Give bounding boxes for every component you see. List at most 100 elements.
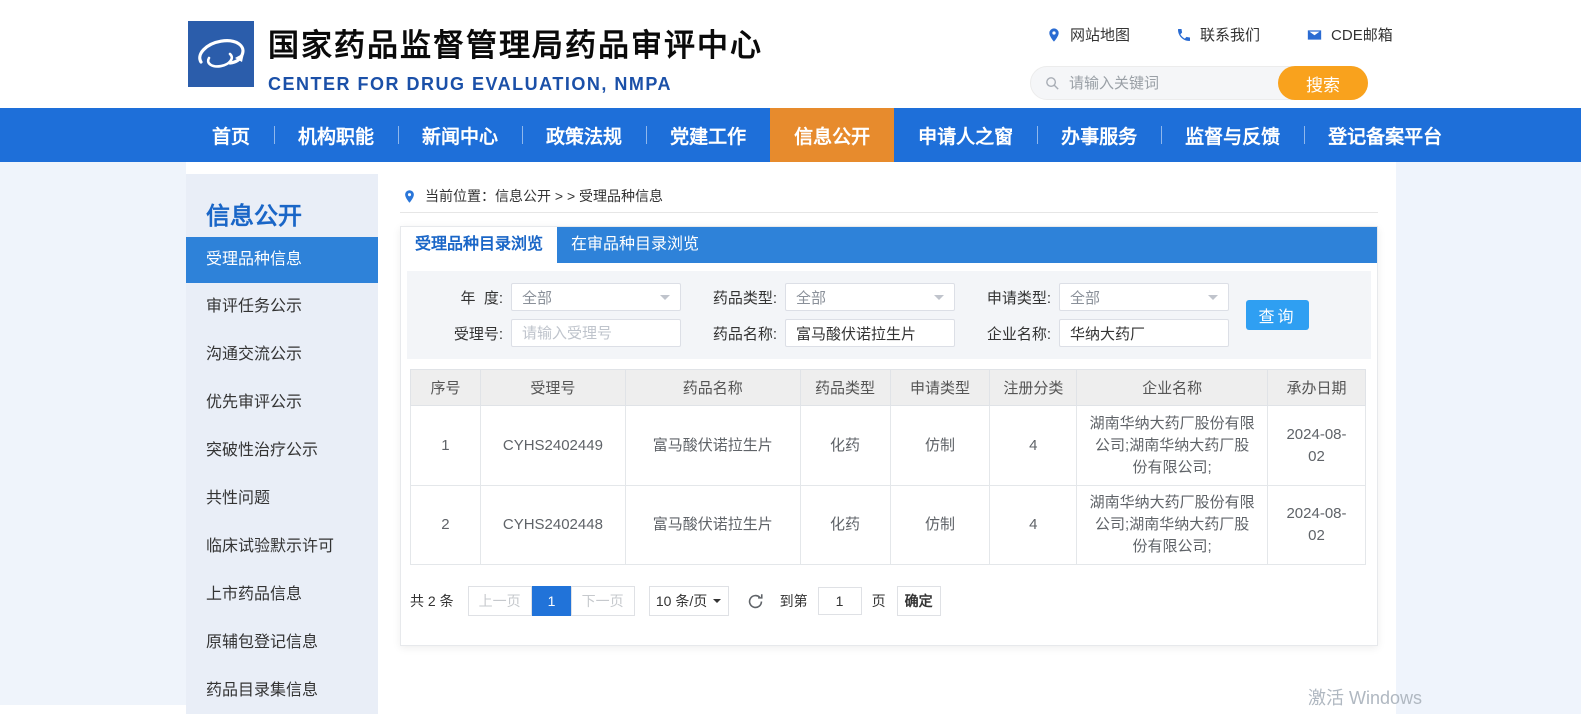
cde-mail-link[interactable]: CDE邮箱 (1306, 24, 1393, 45)
sidebar-item-review-tasks[interactable]: 审评任务公示 (186, 283, 378, 331)
refresh-icon (746, 592, 765, 611)
refresh-button[interactable] (746, 592, 765, 611)
confirm-button[interactable]: 确定 (897, 586, 941, 616)
table-cell: 2 (411, 486, 481, 565)
main-content: 当前位置：信息公开 > > 受理品种信息 受理品种目录浏览 在审品种目录浏览 年… (400, 162, 1380, 714)
map-pin-icon (1046, 27, 1062, 43)
content-card: 受理品种目录浏览 在审品种目录浏览 年 度: 全部 药品类 (400, 226, 1378, 646)
table-cell: 湖南华纳大药厂股份有限公司;湖南华纳大药厂股份有限公司; (1077, 486, 1268, 565)
tab-bar: 受理品种目录浏览 在审品种目录浏览 (401, 227, 1377, 263)
table-cell: 1 (411, 406, 481, 486)
sidebar-item-breakthrough-therapy[interactable]: 突破性治疗公示 (186, 427, 378, 475)
search-input[interactable] (1069, 75, 1259, 92)
table-row: 1 CYHS2402449 富马酸伏诺拉生片 化药 仿制 4 湖南华纳大药厂股份… (411, 406, 1366, 486)
phone-icon (1176, 27, 1192, 43)
site-title: 国家药品监督管理局药品审评中心 (268, 20, 763, 65)
main-nav: 首页 机构职能 新闻中心 政策法规 党建工作 信息公开 申请人之窗 办事服务 监… (0, 108, 1581, 162)
table-header-row: 序号 受理号 药品名称 药品类型 申请类型 注册分类 企业名称 承办日期 (411, 370, 1366, 406)
apply-type-filter: 申请类型: 全部 (955, 283, 1229, 311)
drug-type-label: 药品类型: (681, 287, 777, 308)
activate-windows-watermark: 激活 Windows (1308, 684, 1422, 710)
sidebar-item-drug-catalog[interactable]: 药品目录集信息 (186, 667, 378, 714)
sidebar-item-accepted-varieties[interactable]: 受理品种信息 (186, 237, 378, 283)
sitemap-link[interactable]: 网站地图 (1046, 24, 1130, 45)
tab-accepted-catalog[interactable]: 受理品种目录浏览 (401, 227, 557, 263)
tab-under-review-catalog[interactable]: 在审品种目录浏览 (557, 227, 713, 263)
nav-item-home[interactable]: 首页 (188, 108, 274, 162)
company-label: 企业名称: (955, 323, 1051, 344)
prev-page-button[interactable]: 上一页 (468, 586, 532, 616)
cde-logo (188, 21, 254, 87)
chevron-down-icon (660, 295, 670, 305)
apply-type-select[interactable]: 全部 (1059, 283, 1229, 311)
page-size-select[interactable]: 10 条/页 (649, 586, 729, 616)
drug-type-select-value: 全部 (796, 287, 826, 308)
nav-item-party-building[interactable]: 党建工作 (646, 108, 770, 162)
total-count: 共 2 条 (410, 591, 454, 611)
site-subtitle: CENTER FOR DRUG EVALUATION, NMPA (268, 74, 763, 95)
table-cell: 仿制 (890, 406, 990, 486)
sidebar-item-clinical-trial-license[interactable]: 临床试验默示许可 (186, 523, 378, 571)
right-background-band (1396, 162, 1581, 714)
quick-links: 网站地图 联系我们 CDE邮箱 (1046, 24, 1393, 45)
sidebar: 信息公开 受理品种信息 审评任务公示 沟通交流公示 优先审评公示 突破性治疗公示… (186, 174, 378, 714)
header-search: 搜索 (1030, 66, 1368, 100)
nav-item-news[interactable]: 新闻中心 (398, 108, 522, 162)
site-header: 国家药品监督管理局药品审评中心 CENTER FOR DRUG EVALUATI… (0, 0, 1581, 108)
drug-name-input[interactable] (785, 319, 955, 347)
cde-logo-icon (188, 21, 254, 87)
query-button[interactable]: 查询 (1246, 300, 1309, 330)
nav-item-policies[interactable]: 政策法规 (522, 108, 646, 162)
body-area: 信息公开 受理品种信息 审评任务公示 沟通交流公示 优先审评公示 突破性治疗公示… (0, 162, 1581, 714)
table-header-cell: 序号 (411, 370, 481, 406)
table-cell: 仿制 (890, 486, 990, 565)
acceptance-no-label: 受理号: (407, 323, 503, 344)
nav-item-registration-platform[interactable]: 登记备案平台 (1304, 108, 1466, 162)
chevron-down-icon (1208, 295, 1218, 305)
filter-row-2: 受理号: 药品名称: 企业名称: (407, 318, 1371, 348)
table-cell: 湖南华纳大药厂股份有限公司;湖南华纳大药厂股份有限公司; (1077, 406, 1268, 486)
table-header-cell: 受理号 (480, 370, 625, 406)
contact-link[interactable]: 联系我们 (1176, 24, 1260, 45)
drug-name-label: 药品名称: (681, 323, 777, 344)
table-header-cell: 注册分类 (990, 370, 1077, 406)
goto-page-input[interactable] (818, 587, 862, 615)
chevron-down-icon (934, 295, 944, 305)
nav-item-supervision-feedback[interactable]: 监督与反馈 (1161, 108, 1304, 162)
table-cell: CYHS2402448 (480, 486, 625, 565)
sidebar-item-priority-review[interactable]: 优先审评公示 (186, 379, 378, 427)
drug-type-select[interactable]: 全部 (785, 283, 955, 311)
page: 国家药品监督管理局药品审评中心 CENTER FOR DRUG EVALUATI… (0, 0, 1581, 714)
sidebar-item-communication[interactable]: 沟通交流公示 (186, 331, 378, 379)
acceptance-no-input[interactable] (511, 319, 681, 347)
search-icon (1044, 75, 1061, 92)
year-label: 年 度: (407, 287, 503, 308)
next-page-button[interactable]: 下一页 (571, 586, 635, 616)
sidebar-item-excipient-registration[interactable]: 原辅包登记信息 (186, 619, 378, 667)
current-page-button[interactable]: 1 (532, 586, 572, 616)
table-cell: 4 (990, 406, 1077, 486)
table-cell: 2024-08-02 (1268, 486, 1366, 565)
year-select[interactable]: 全部 (511, 283, 681, 311)
sidebar-item-marketed-drugs[interactable]: 上市药品信息 (186, 571, 378, 619)
nav-item-info-disclosure[interactable]: 信息公开 (770, 108, 894, 162)
table-header-cell: 药品类型 (800, 370, 890, 406)
nav-item-services[interactable]: 办事服务 (1037, 108, 1161, 162)
nav-item-organization[interactable]: 机构职能 (274, 108, 398, 162)
company-input[interactable] (1059, 319, 1229, 347)
table-cell: 富马酸伏诺拉生片 (625, 486, 800, 565)
table-header-cell: 企业名称 (1077, 370, 1268, 406)
filter-row-1: 年 度: 全部 药品类型: 全部 (407, 282, 1371, 312)
table-header-cell: 承办日期 (1268, 370, 1366, 406)
page-button-group: 上一页 1 下一页 (468, 586, 635, 616)
contact-label: 联系我们 (1200, 24, 1260, 45)
nav-item-applicant-window[interactable]: 申请人之窗 (894, 108, 1037, 162)
pagination: 共 2 条 上一页 1 下一页 10 条/页 (410, 586, 1377, 616)
table-cell: 4 (990, 486, 1077, 565)
left-background-band (0, 162, 186, 705)
breadcrumb: 当前位置：信息公开 > > 受理品种信息 (402, 186, 663, 206)
company-filter: 企业名称: (955, 319, 1229, 347)
sidebar-item-common-issues[interactable]: 共性问题 (186, 475, 378, 523)
apply-type-select-value: 全部 (1070, 287, 1100, 308)
search-button[interactable]: 搜索 (1278, 66, 1368, 100)
